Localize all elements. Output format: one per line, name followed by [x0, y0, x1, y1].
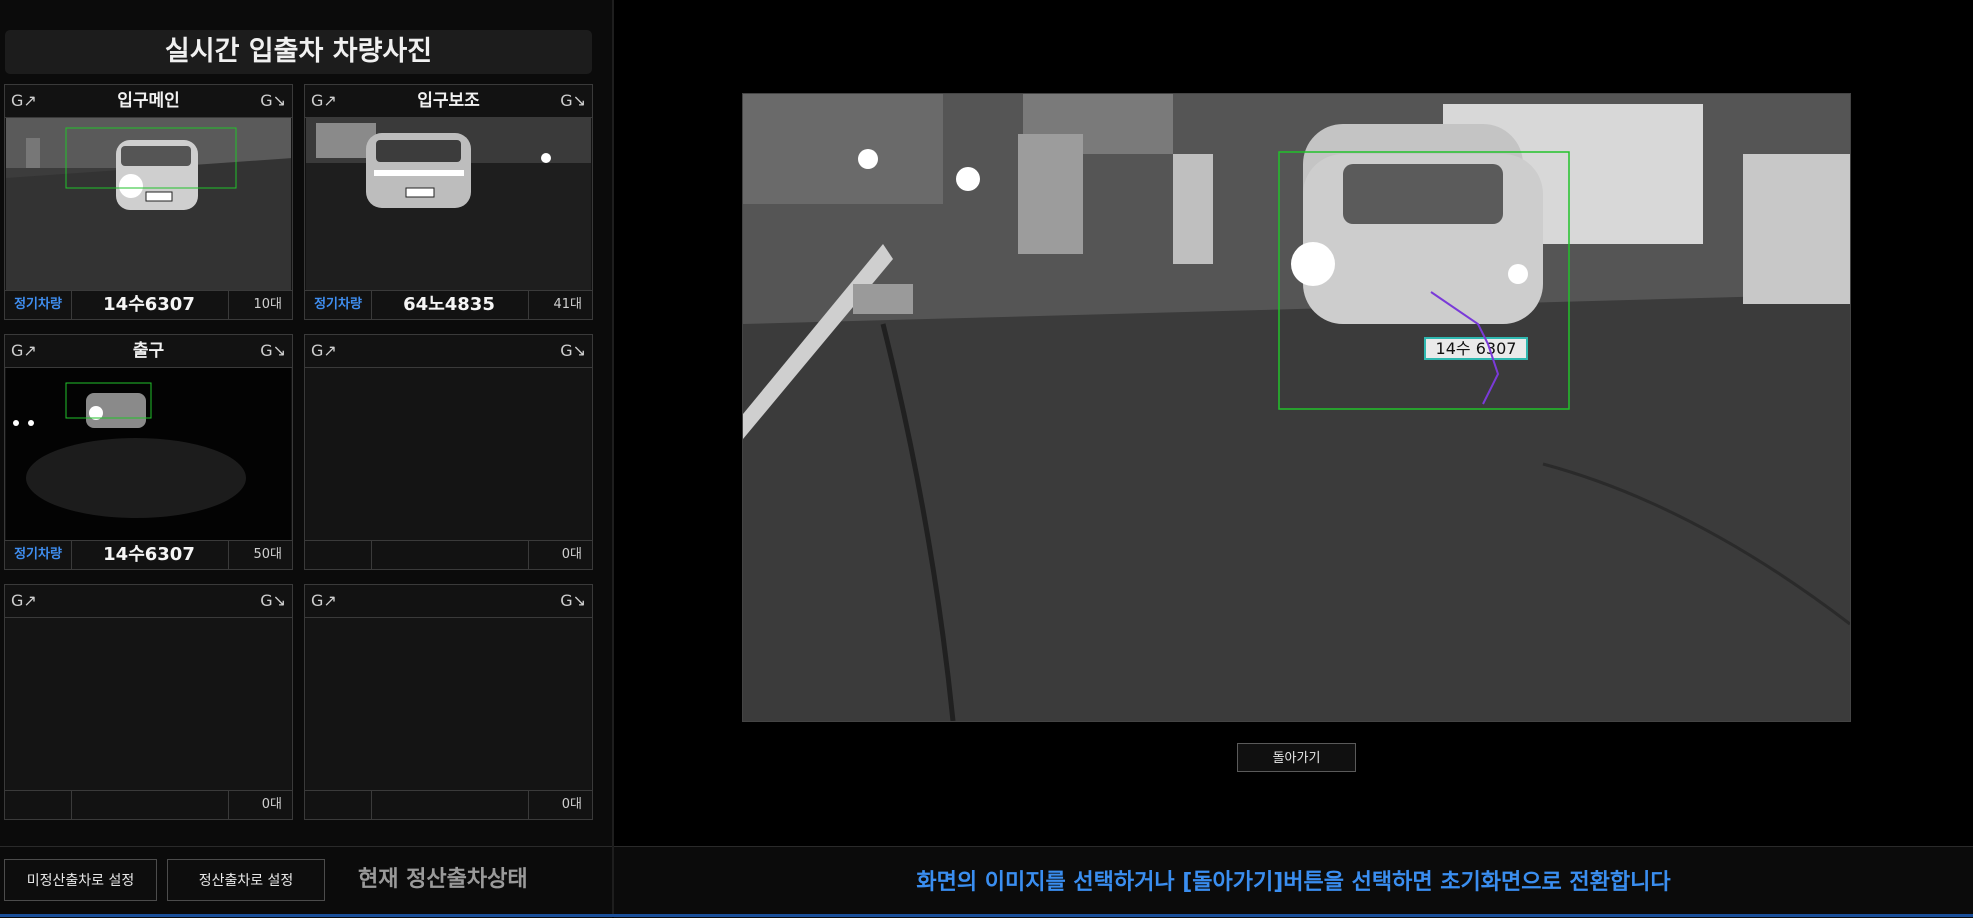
camera-header: G↗ 입구보조 G↘ [305, 85, 592, 118]
camera-footer: 정기차량 14수6307 10대 [5, 290, 292, 319]
plate-number [72, 791, 226, 819]
vehicle-count: 41대 [528, 291, 592, 319]
snapshot-image [6, 368, 291, 540]
plate-number: 64노4835 [403, 294, 495, 315]
panel-divider [612, 0, 614, 917]
vehicle-type-badge: 정기차량 [5, 541, 72, 569]
plate-number: 14수6307 [103, 294, 195, 315]
camera-header: G↗ G↘ [305, 335, 592, 368]
zoom-out-icon[interactable]: G↘ [560, 335, 586, 367]
main-snapshot: 14수 6307 [743, 94, 1850, 721]
camera-tile-empty[interactable]: G↗ G↘ 0대 [4, 584, 293, 820]
info-message: 화면의 이미지를 선택하거나 [돌아가기]버튼을 선택하면 초기화면으로 전환합… [916, 870, 1671, 895]
zoom-out-icon[interactable]: G↘ [260, 85, 286, 117]
panel-title: 실시간 입출차 차량사진 [5, 30, 592, 74]
enlarged-camera-image[interactable]: 14수 6307 [742, 93, 1851, 722]
camera-snapshot[interactable] [6, 118, 291, 290]
vehicle-type-badge [5, 791, 72, 819]
exit-status-text: 현재 정산출차상태 [358, 867, 528, 892]
camera-tile-entrance-main[interactable]: G↗ 입구메인 G↘ 정기차량 14수6307 10대 [4, 84, 293, 320]
back-button[interactable]: 돌아가기 [1237, 743, 1356, 772]
camera-snapshot[interactable] [6, 368, 291, 540]
camera-name: 출구 [132, 341, 165, 361]
set-paid-exit-button[interactable]: 정산출차로 설정 [167, 859, 325, 901]
set-unpaid-exit-button[interactable]: 미정산출차로 설정 [4, 859, 157, 901]
camera-snapshot[interactable] [306, 118, 591, 290]
vehicle-type-badge [305, 541, 372, 569]
plate-overlay-text: 14수 6307 [1436, 339, 1517, 358]
vehicle-type-badge: 정기차량 [5, 291, 72, 319]
camera-footer: 0대 [5, 790, 292, 819]
vehicle-count: 0대 [228, 791, 292, 819]
camera-tile-empty[interactable]: G↗ G↘ 0대 [304, 584, 593, 820]
camera-snapshot[interactable] [6, 618, 291, 790]
plate-number: 14수6307 [103, 544, 195, 565]
camera-header: G↗ 입구메인 G↘ [5, 85, 292, 118]
zoom-out-icon[interactable]: G↘ [260, 335, 286, 367]
vehicle-count: 0대 [528, 791, 592, 819]
camera-tile-entrance-aux[interactable]: G↗ 입구보조 G↘ 정기차량 64노4835 41대 [304, 84, 593, 320]
camera-footer: 정기차량 64노4835 41대 [305, 290, 592, 319]
info-bar: 화면의 이미지를 선택하거나 [돌아가기]버튼을 선택하면 초기화면으로 전환합… [614, 846, 1973, 918]
vehicle-count: 50대 [228, 541, 292, 569]
snapshot-image [6, 118, 291, 290]
zoom-out-icon[interactable]: G↘ [560, 585, 586, 617]
camera-snapshot[interactable] [306, 618, 591, 790]
zoom-out-icon[interactable]: G↘ [560, 85, 586, 117]
snapshot-image [306, 118, 591, 290]
camera-header: G↗ G↘ [305, 585, 592, 618]
vehicle-count: 10대 [228, 291, 292, 319]
zoom-in-icon[interactable]: G↗ [311, 585, 337, 617]
zoom-in-icon[interactable]: G↗ [11, 585, 37, 617]
camera-name: 입구보조 [417, 91, 480, 111]
zoom-in-icon[interactable]: G↗ [311, 335, 337, 367]
vehicle-count: 0대 [528, 541, 592, 569]
camera-name: 입구메인 [117, 91, 180, 111]
camera-header: G↗ G↘ [5, 585, 292, 618]
vehicle-type-badge: 정기차량 [305, 291, 372, 319]
vehicle-type-badge [305, 791, 372, 819]
zoom-out-icon[interactable]: G↘ [260, 585, 286, 617]
camera-footer: 0대 [305, 790, 592, 819]
plate-number [372, 791, 526, 819]
camera-header: G↗ 출구 G↘ [5, 335, 292, 368]
camera-tile-exit[interactable]: G↗ 출구 G↘ 정기차량 14수6307 50대 [4, 334, 293, 570]
exit-mode-controls: 미정산출차로 설정 정산출차로 설정 현재 정산출차상태 [0, 846, 612, 918]
camera-footer: 정기차량 14수6307 50대 [5, 540, 292, 569]
camera-snapshot[interactable] [306, 368, 591, 540]
plate-number [372, 541, 526, 569]
camera-tile-empty[interactable]: G↗ G↘ 0대 [304, 334, 593, 570]
camera-footer: 0대 [305, 540, 592, 569]
left-panel: 실시간 입출차 차량사진 G↗ 입구메인 G↘ 정기차량 14수6307 10대… [0, 0, 612, 846]
